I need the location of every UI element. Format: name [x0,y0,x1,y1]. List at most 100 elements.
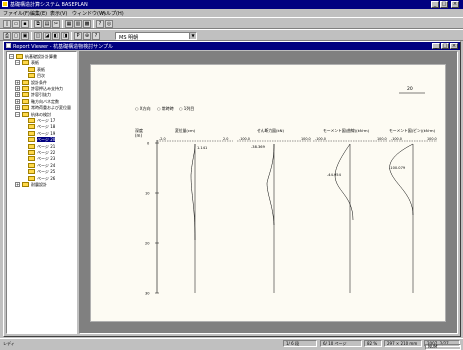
tree-item-label: ページ 25 [37,169,56,175]
status-section: 1/ 6 段 [283,340,317,347]
menu-edit[interactable]: 編集(E) [30,10,47,17]
depth-tick-label: 0 [147,142,150,146]
tree-item-label: 設計条件 [31,79,47,85]
p-icon[interactable]: P [74,32,82,40]
font-select[interactable]: MS 明朝 ▼ [115,32,197,41]
chart-icon[interactable]: ▥ [74,20,82,28]
tree-item[interactable]: 目次 [21,73,45,79]
folder-icon [22,79,29,85]
tree-item[interactable]: + 許容引抜力 [15,92,51,98]
column-axis-max: 100.0 [377,137,387,141]
column-axis-min: -100.0 [315,137,326,141]
tree-item[interactable]: ページ 23 [21,156,55,162]
save-icon[interactable]: ▪ [21,20,29,28]
page-icon [28,73,35,79]
help-icon[interactable]: ◎ [105,20,113,28]
minimize-button[interactable]: _ [431,1,439,8]
folder-icon [22,98,29,104]
page-setup-icon[interactable]: ▢ [12,32,20,40]
page-icon [28,130,35,136]
layout-icon[interactable]: ▣ [21,32,29,40]
tree-item[interactable]: ページ 20 [21,137,56,143]
tree-item[interactable]: − 表紙 [15,60,39,66]
tree-item[interactable]: ページ 18 [21,124,55,130]
chevron-down-icon[interactable]: ▼ [189,33,196,39]
expand-icon[interactable]: + [15,92,20,98]
column-axis-max: 100.0 [301,137,311,141]
column-axis-max: 100.0 [427,137,437,141]
expand-icon[interactable]: + [15,98,20,104]
help-icon[interactable]: ? [92,32,100,40]
new-icon[interactable]: ▯ [3,20,11,28]
print-preview-icon[interactable]: ◫ [34,32,42,40]
tree-item[interactable]: 表紙 [21,66,45,73]
status-zoom: 82 % [364,340,382,347]
legend-load-case: ○ 常時時 [157,105,174,111]
app-title-bar: 基礎構造計算システム BASEPLAN _ □ × [0,0,463,9]
moment-curve-pin [389,143,414,216]
tree-item[interactable]: ページ 21 [21,143,55,150]
displacement-value: 1.141 [197,146,207,150]
toolbar-separator [71,32,72,40]
doc-maximize-button[interactable]: □ [441,43,449,49]
report-viewer-window: Report Viewer - 杭基礎構造物検討サンプル _ □ × − 杭基礎設… [3,41,461,337]
page-icon [28,124,35,130]
doc-close-button[interactable]: × [450,43,458,49]
cut-icon[interactable]: ✂ [52,20,60,28]
page-icon [28,137,35,143]
doc-minimize-button[interactable]: _ [432,43,440,49]
collapse-icon[interactable]: − [9,54,14,59]
page-number: 20 [407,86,413,92]
expand-icon[interactable]: + [15,79,20,85]
grid-icon[interactable]: ▩ [83,20,91,28]
document-icon [6,43,11,48]
page-preview-area[interactable]: 20 ○ X方向 ○ 常時時 ○ 1列目 深度 (m) 0 10 20 30 変位量(… [79,51,458,334]
tree-item[interactable]: ページ 25 [21,169,55,175]
tree-item[interactable]: + 設計条件 [15,79,47,86]
legend-row: ○ 1列目 [179,105,194,111]
column-axis-min: -100.0 [239,137,250,141]
fit-page-icon[interactable]: ◨ [61,32,69,40]
column-title: モーメント図(曲線)(kN·m) [323,128,370,133]
report-tree[interactable]: − 杭基礎設計計算書 − 表紙 表紙 目次 + 設計条件 + 許容押込み支持力 + 許容引抜力 + 軸方向… [6,51,77,334]
menu-view[interactable]: 表示(V) [50,10,67,17]
tree-item[interactable]: + 常時荷重および変位量 [15,105,71,111]
tree-item[interactable]: + 軸方向バネ定数 [15,98,59,105]
zoom-icon[interactable]: ⊕ [83,32,91,40]
paste-icon[interactable]: ▤ [43,20,51,28]
table-icon[interactable]: ▦ [65,20,73,28]
column-axis-min: -100.0 [391,137,402,141]
tree-item[interactable]: ページ 26 [21,175,55,182]
print-icon[interactable]: ⎙ [3,32,11,40]
column-axis-min: -2.0 [159,137,166,141]
copy-icon[interactable]: ⧉ [34,20,42,28]
preview-icon[interactable]: ◪ [43,32,51,40]
two-page-icon[interactable]: ◧ [52,32,60,40]
tree-item[interactable]: ページ 24 [21,162,56,169]
question-icon[interactable]: ? [96,20,104,28]
open-icon[interactable]: ▭ [12,20,20,28]
page-icon [28,118,35,123]
page-icon [28,150,35,155]
tree-item-label: 杭体の検討 [31,111,51,117]
depth-tick-label: 20 [145,242,150,246]
depth-axis-unit: (m) [135,133,142,138]
tree-item[interactable]: ページ 19 [21,130,55,137]
folder-icon [22,105,29,111]
collapse-icon[interactable]: − [15,111,20,117]
menu-file[interactable]: ファイル(F) [3,10,30,17]
status-message: レディ [3,341,15,346]
collapse-icon[interactable]: − [15,60,20,66]
tree-item[interactable]: + 耐震設計 [15,182,47,188]
tree-item-label: ページ 24 [37,162,56,168]
maximize-button[interactable]: □ [440,1,448,8]
folder-icon [22,111,29,117]
expand-icon[interactable]: + [15,182,20,187]
close-button[interactable]: × [451,1,459,8]
expand-icon[interactable]: + [15,86,20,91]
font-select-value: MS 明朝 [119,35,139,41]
tree-item[interactable]: − 杭体の検討 [15,111,51,118]
menu-help[interactable]: ヘルプ(H) [101,10,124,17]
shear-value: -38.369 [251,145,266,149]
expand-icon[interactable]: + [15,105,20,111]
